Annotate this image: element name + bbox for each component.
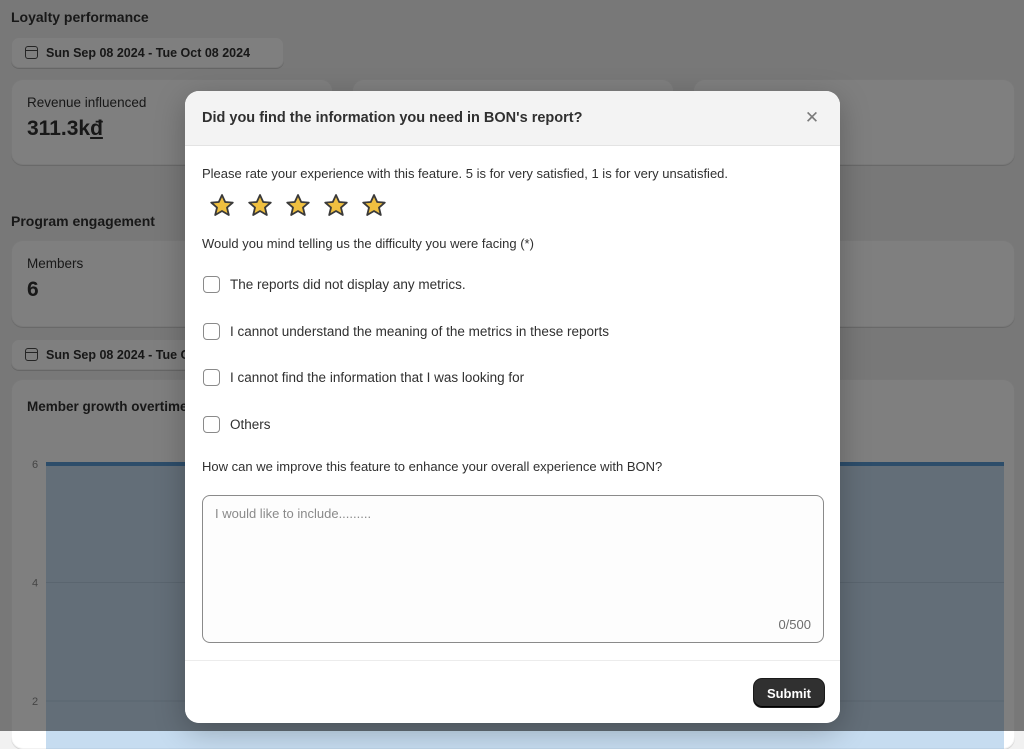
feedback-textarea-wrapper: 0/500 <box>202 495 824 643</box>
close-button[interactable]: ✕ <box>802 108 822 128</box>
option-label: I cannot find the information that I was… <box>230 370 525 385</box>
checkbox[interactable] <box>203 323 220 340</box>
star-icon[interactable] <box>323 193 349 219</box>
star-rating[interactable] <box>209 193 387 219</box>
star-icon[interactable] <box>209 193 235 219</box>
character-count: 0/500 <box>778 617 811 632</box>
option-cannot-find[interactable]: I cannot find the information that I was… <box>203 369 524 386</box>
star-icon[interactable] <box>361 193 387 219</box>
star-icon[interactable] <box>247 193 273 219</box>
feedback-modal: Did you find the information you need in… <box>185 91 840 723</box>
modal-footer: Submit <box>185 660 840 723</box>
checkbox[interactable] <box>203 369 220 386</box>
improve-prompt: How can we improve this feature to enhan… <box>202 459 663 474</box>
rating-prompt: Please rate your experience with this fe… <box>202 166 729 181</box>
loyalty-dashboard: Loyalty performance Sun Sep 08 2024 - Tu… <box>0 0 1024 749</box>
modal-title: Did you find the information you need in… <box>202 110 583 126</box>
option-cannot-understand[interactable]: I cannot understand the meaning of the m… <box>203 323 609 340</box>
checkbox[interactable] <box>203 416 220 433</box>
difficulty-prompt: Would you mind telling us the difficulty… <box>202 236 534 251</box>
option-label: Others <box>230 417 271 432</box>
modal-header: Did you find the information you need in… <box>185 91 840 146</box>
star-icon[interactable] <box>285 193 311 219</box>
feedback-textarea[interactable] <box>203 496 823 642</box>
close-icon: ✕ <box>804 108 820 127</box>
option-no-metrics[interactable]: The reports did not display any metrics. <box>203 276 466 293</box>
option-others[interactable]: Others <box>203 416 271 433</box>
option-label: I cannot understand the meaning of the m… <box>230 324 609 339</box>
submit-button[interactable]: Submit <box>753 679 824 707</box>
option-label: The reports did not display any metrics. <box>230 277 466 292</box>
checkbox[interactable] <box>203 276 220 293</box>
